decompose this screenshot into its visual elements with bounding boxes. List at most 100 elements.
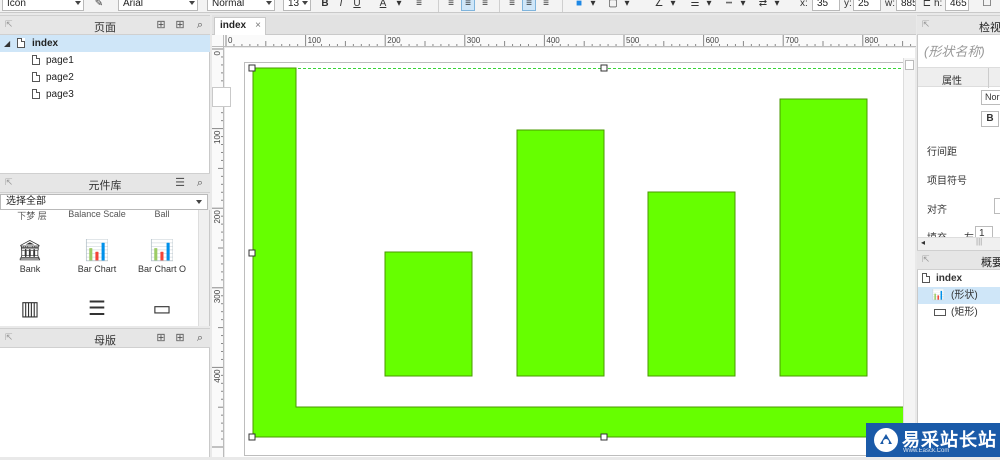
close-icon[interactable]: × bbox=[255, 18, 261, 34]
library-item-label: Balance Scale bbox=[68, 210, 126, 219]
font-size-select[interactable]: 13 bbox=[283, 0, 311, 11]
page-tree-item-page1[interactable]: page1 bbox=[0, 52, 210, 69]
search-icon[interactable]: ⌕ bbox=[194, 332, 206, 344]
library-item-label: Bar Chart O bbox=[137, 264, 186, 274]
align-left-icon[interactable]: ≡ bbox=[444, 0, 458, 11]
fill-color-icon[interactable]: ■ bbox=[572, 0, 586, 11]
arrow-style-icon[interactable]: ⇄ bbox=[756, 0, 770, 11]
italic-button[interactable]: I bbox=[334, 0, 348, 11]
add-folder-icon[interactable]: ⊞ bbox=[174, 332, 186, 344]
chevron-down-icon[interactable]: ▾ bbox=[586, 0, 600, 11]
library-item-bar-chart-outline[interactable]: 📊 Bar Chart O bbox=[132, 240, 192, 274]
h-input[interactable]: 465 bbox=[945, 0, 969, 11]
ruler-label: 200 bbox=[387, 36, 401, 45]
library-item-bars[interactable]: ☰ bbox=[67, 298, 127, 322]
lock-aspect-icon[interactable]: ⊏ bbox=[920, 0, 934, 11]
page-label: index bbox=[32, 38, 59, 49]
search-icon[interactable]: ⌕ bbox=[194, 177, 206, 189]
library-scrollbar[interactable] bbox=[198, 210, 209, 326]
ruler-label: 400 bbox=[213, 369, 222, 383]
widget-type-select[interactable]: Icon bbox=[2, 0, 84, 11]
hide-icon[interactable]: ☐ bbox=[980, 0, 994, 11]
page-icon bbox=[32, 72, 40, 82]
expand-icon[interactable]: ◢ bbox=[4, 35, 10, 52]
bar-chart-icon: 📊 bbox=[932, 290, 945, 301]
collapse-icon[interactable]: ⇱ bbox=[922, 254, 930, 265]
library-item-barcode[interactable]: ▥ bbox=[0, 298, 60, 322]
library-item-bank[interactable]: 🏛 Bank bbox=[0, 240, 60, 274]
add-page-icon[interactable]: ⊞ bbox=[155, 19, 167, 31]
align-middle-icon[interactable]: ≡ bbox=[522, 0, 536, 11]
bold-button[interactable]: B bbox=[318, 0, 332, 11]
bullet-list-icon[interactable]: ≡ bbox=[412, 0, 426, 11]
ruler-label: 500 bbox=[626, 36, 640, 45]
outline-item-shape[interactable]: 📊 (形状) bbox=[918, 287, 1000, 304]
library-select[interactable]: 选择全部 bbox=[0, 194, 208, 210]
design-canvas[interactable] bbox=[225, 48, 915, 457]
font-color-button[interactable]: A bbox=[376, 0, 390, 11]
y-input[interactable]: 25 bbox=[853, 0, 881, 11]
chevron-down-icon[interactable]: ▾ bbox=[736, 0, 750, 11]
bold-button[interactable]: B bbox=[981, 111, 999, 127]
page-tree-item-page2[interactable]: page2 bbox=[0, 69, 210, 86]
font-family-select[interactable]: Arial bbox=[118, 0, 198, 11]
line-color-icon[interactable]: ∠ bbox=[652, 0, 666, 11]
shape-name-input[interactable]: (形状名称) bbox=[924, 41, 1000, 60]
inspector-h-scrollbar[interactable]: ◂ ||| bbox=[918, 237, 1000, 250]
shadow-icon[interactable]: ▢ bbox=[606, 0, 620, 11]
chart-bar bbox=[516, 129, 605, 377]
search-icon[interactable]: ⌕ bbox=[194, 19, 206, 31]
x-input[interactable]: 35 bbox=[812, 0, 840, 11]
chevron-down-icon[interactable]: ▾ bbox=[620, 0, 634, 11]
underline-button[interactable]: U bbox=[350, 0, 364, 11]
resize-handle bbox=[600, 64, 608, 72]
w-input[interactable]: 885 bbox=[896, 0, 916, 11]
canvas-scrollbar[interactable] bbox=[903, 58, 915, 457]
scroll-left-icon[interactable]: ◂ bbox=[921, 238, 925, 247]
library-item-battery[interactable]: ▭ bbox=[132, 298, 192, 322]
font-weight-select[interactable]: Nor bbox=[981, 90, 1000, 105]
page-icon bbox=[32, 89, 40, 99]
tab-properties-label: 属性 bbox=[942, 76, 962, 87]
horizontal-ruler-ticks: 0 100 200 300 400 500 600 700 800 bbox=[225, 35, 912, 46]
outline-item-rectangle[interactable]: (矩形) bbox=[918, 304, 1000, 321]
outline-item-index[interactable]: index bbox=[918, 270, 1000, 287]
tab-properties[interactable]: 属性 bbox=[918, 67, 1000, 88]
add-master-icon[interactable]: ⊞ bbox=[155, 332, 167, 344]
toolbar-divider bbox=[562, 0, 563, 12]
pages-panel: ◢ index page1 page2 page3 bbox=[0, 35, 210, 173]
chevron-down-icon[interactable]: ▾ bbox=[770, 0, 784, 11]
align-top-icon[interactable]: ≡ bbox=[505, 0, 519, 11]
line-style-icon[interactable]: ┅ bbox=[722, 0, 736, 11]
page-tree-item-index[interactable]: ◢ index bbox=[0, 35, 210, 52]
library-panel-header: ⇱ 元件库 ☰ ⌕ bbox=[0, 173, 210, 193]
align-right-icon[interactable]: ≡ bbox=[478, 0, 492, 11]
line-spacing-label: 行间距 bbox=[927, 147, 957, 158]
bar-chart-widget[interactable] bbox=[225, 48, 915, 457]
font-style-value: Normal bbox=[212, 0, 245, 9]
top-toolbar: Icon ✎ Arial Normal 13 B I U A ▾ ≡ ≡ ≡ ≡… bbox=[0, 0, 1000, 13]
library-item-bar-chart[interactable]: 📊 Bar Chart bbox=[67, 240, 127, 274]
align-bottom-icon[interactable]: ≡ bbox=[539, 0, 553, 11]
bars-icon: ☰ bbox=[88, 298, 106, 320]
masters-panel-header: ⇱ 母版 ⊞ ⊞ ⌕ bbox=[0, 328, 210, 348]
chevron-down-icon[interactable]: ▾ bbox=[392, 0, 406, 11]
align-center-icon[interactable]: ≡ bbox=[461, 0, 475, 11]
outline-panel-title: 概要 bbox=[981, 257, 1000, 269]
page-label: page2 bbox=[46, 72, 74, 83]
font-style-select[interactable]: Normal bbox=[207, 0, 275, 11]
w-label: w: bbox=[885, 0, 895, 9]
add-folder-icon[interactable]: ⊞ bbox=[174, 19, 186, 31]
tab-index[interactable]: index × bbox=[214, 17, 266, 35]
bar-chart-icon: 📊 bbox=[84, 240, 110, 262]
menu-icon[interactable]: ☰ bbox=[174, 177, 186, 189]
collapse-icon[interactable]: ⇱ bbox=[922, 19, 930, 30]
format-painter-icon[interactable]: ✎ bbox=[92, 0, 106, 11]
watermark-logo: 易采站长站 Www.Easck.Com bbox=[866, 423, 1000, 457]
line-width-icon[interactable]: ☰ bbox=[688, 0, 702, 11]
scroll-thumb[interactable] bbox=[905, 60, 914, 70]
chevron-down-icon[interactable]: ▾ bbox=[666, 0, 680, 11]
chevron-down-icon[interactable]: ▾ bbox=[702, 0, 716, 11]
page-tree-item-page3[interactable]: page3 bbox=[0, 86, 210, 103]
align-select[interactable] bbox=[994, 198, 1000, 214]
